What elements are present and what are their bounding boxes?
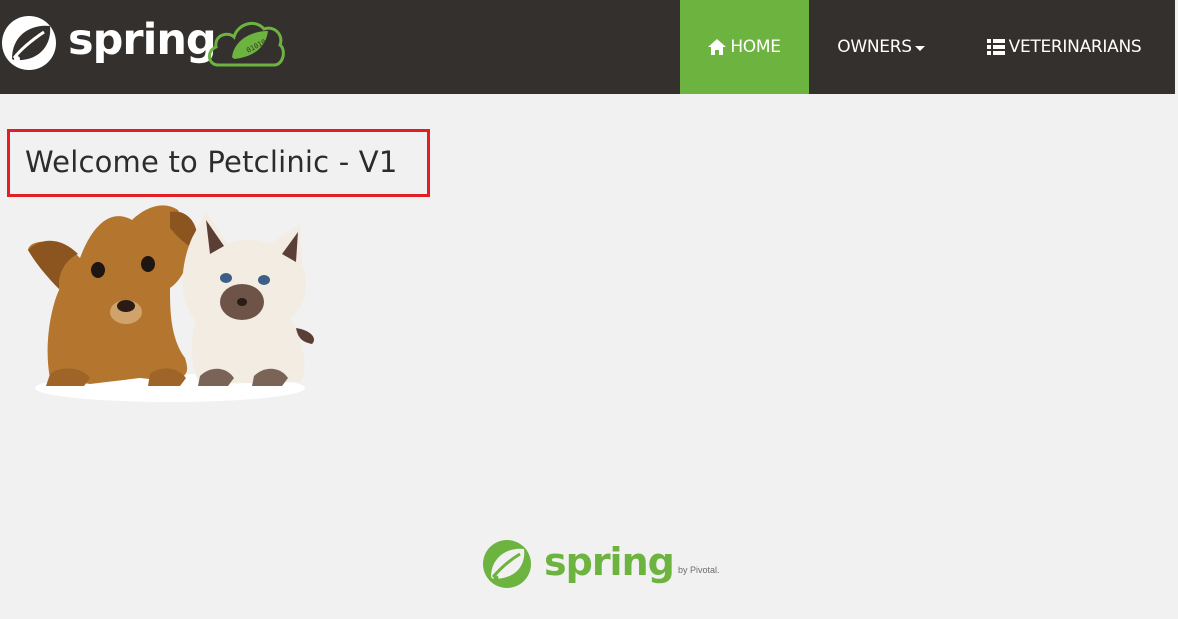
nav-veterinarians-label: VETERINARIANS	[1008, 37, 1142, 57]
caret-down-icon	[914, 45, 925, 51]
spring-leaf-icon	[2, 16, 56, 70]
page-title: Welcome to Petclinic - V1	[25, 145, 398, 179]
cloud-leaf-icon: 01010	[208, 21, 285, 67]
brand-logo[interactable]: spring 01010	[0, 0, 300, 94]
list-icon	[986, 39, 1005, 55]
nav-veterinarians[interactable]: VETERINARIANS	[953, 0, 1175, 94]
footer-spring-leaf-icon	[483, 540, 531, 588]
nav-home-label: HOME	[730, 37, 781, 57]
navbar: spring 01010 HOME OWNERS VETERINARIANS	[0, 0, 1175, 94]
footer-by-pivotal: by Pivotal.	[678, 565, 720, 575]
home-icon	[708, 39, 727, 55]
nav-home[interactable]: HOME	[680, 0, 809, 94]
nav-owners-label: OWNERS	[837, 37, 912, 57]
footer-logo: spring by Pivotal.	[482, 536, 742, 592]
pets-image	[28, 205, 315, 402]
footer-wordmark: spring	[544, 540, 675, 584]
brand-wordmark: spring	[68, 15, 217, 65]
nav-owners[interactable]: OWNERS	[809, 0, 953, 94]
